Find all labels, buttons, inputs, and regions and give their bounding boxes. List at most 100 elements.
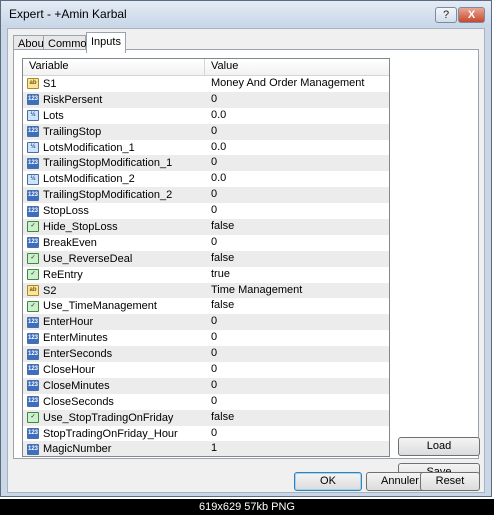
title-bar[interactable]: Expert - +Amin Karbal ? X: [1, 1, 491, 27]
variable-cell: 123 TrailingStopModification_1: [23, 155, 205, 171]
reset-button[interactable]: Reset: [420, 472, 480, 491]
tab-inputs[interactable]: Inputs: [86, 32, 126, 53]
table-row[interactable]: ½ Lots 0.0: [23, 108, 389, 124]
table-row[interactable]: 123 TrailingStopModification_1 0: [23, 155, 389, 172]
ok-button[interactable]: OK: [294, 472, 362, 491]
value-cell[interactable]: Money And Order Management: [205, 76, 389, 92]
value-cell[interactable]: 1: [205, 441, 389, 456]
variable-cell: 123 TrailingStop: [23, 124, 205, 140]
integer-icon: 123: [27, 205, 39, 217]
table-row[interactable]: ab S1 Money And Order Management: [23, 76, 389, 92]
variable-cell: 123 EnterMinutes: [23, 330, 205, 346]
table-row[interactable]: ✓ Use_StopTradingOnFriday false: [23, 409, 389, 426]
table-row[interactable]: 123 CloseMinutes 0: [23, 377, 389, 394]
variable-name: TrailingStopModification_2: [43, 189, 173, 202]
integer-icon: 123: [27, 348, 39, 360]
variable-cell: 123 CloseHour: [23, 362, 205, 378]
value-cell[interactable]: 0: [205, 330, 389, 346]
value-cell[interactable]: Time Management: [205, 283, 389, 299]
value-cell[interactable]: 0: [205, 155, 389, 171]
integer-icon: 123: [27, 237, 39, 249]
table-row[interactable]: 123 BreakEven 0: [23, 235, 389, 251]
dialog-client-area: About Common Inputs Variable Value ab S1 M…: [7, 28, 485, 493]
value-cell[interactable]: 0: [205, 235, 389, 251]
table-row[interactable]: 123 MagicNumber 1: [23, 441, 389, 456]
integer-icon: 123: [27, 428, 39, 440]
value-cell[interactable]: 0.0: [205, 171, 389, 187]
variable-cell: 123 CloseSeconds: [23, 394, 205, 410]
integer-icon: 123: [27, 364, 39, 376]
value-cell[interactable]: 0.0: [205, 108, 389, 124]
value-cell[interactable]: 0: [205, 187, 389, 203]
table-row[interactable]: 123 CloseSeconds 0: [23, 394, 389, 410]
value-cell[interactable]: 0: [205, 346, 389, 362]
variable-cell: ½ Lots: [23, 108, 205, 124]
value-cell[interactable]: false: [205, 251, 389, 267]
table-row[interactable]: 123 CloseHour 0: [23, 362, 389, 378]
value-cell[interactable]: 0: [205, 426, 389, 442]
variable-cell: 123 EnterHour: [23, 314, 205, 330]
table-row[interactable]: ✓ ReEntry true: [23, 267, 389, 283]
integer-icon: 123: [27, 157, 39, 169]
column-header-variable[interactable]: Variable: [23, 59, 205, 75]
variable-cell: 123 EnterSeconds: [23, 346, 205, 362]
variable-name: RiskPersent: [43, 93, 103, 106]
load-button[interactable]: Load: [398, 437, 480, 456]
variable-name: CloseMinutes: [43, 379, 110, 392]
image-info-bar: 619x629 57kb PNG: [0, 499, 494, 515]
variable-name: Use_ReverseDeal: [43, 252, 133, 265]
inputs-panel: Variable Value ab S1 Money And Order Manag…: [13, 49, 480, 482]
table-row[interactable]: 123 StopLoss 0: [23, 203, 389, 219]
variable-name: EnterMinutes: [43, 332, 108, 345]
value-cell[interactable]: 0: [205, 124, 389, 140]
table-row[interactable]: ab S2 Time Management: [23, 282, 389, 299]
variable-name: StopLoss: [43, 205, 89, 218]
help-button[interactable]: ?: [435, 7, 457, 23]
value-cell[interactable]: 0: [205, 203, 389, 219]
table-row[interactable]: 123 StopTradingOnFriday_Hour 0: [23, 426, 389, 442]
table-row[interactable]: 123 TrailingStop 0: [23, 123, 389, 140]
variable-name: EnterHour: [43, 316, 94, 329]
grid-rows: ab S1 Money And Order Management 123 RiskPer…: [23, 76, 389, 456]
variable-cell: 123 TrailingStopModification_2: [23, 187, 205, 203]
value-cell[interactable]: false: [205, 219, 389, 235]
table-row[interactable]: 123 EnterMinutes 0: [23, 330, 389, 346]
table-row[interactable]: ½ LotsModification_2 0.0: [23, 171, 389, 187]
variable-cell: ½ LotsModification_2: [23, 171, 205, 187]
string-icon: ab: [27, 78, 39, 90]
bool-icon: ✓: [27, 253, 39, 265]
variable-name: BreakEven: [43, 236, 97, 249]
integer-icon: 123: [27, 94, 39, 106]
table-row[interactable]: ✓ Use_TimeManagement false: [23, 298, 389, 314]
variable-cell: 123 MagicNumber: [23, 441, 205, 456]
integer-icon: 123: [27, 380, 39, 392]
value-cell[interactable]: 0: [205, 362, 389, 378]
integer-icon: 123: [27, 189, 39, 201]
variable-cell: ✓ Use_TimeManagement: [23, 298, 205, 314]
value-cell[interactable]: false: [205, 298, 389, 314]
bool-icon: ✓: [27, 221, 39, 233]
variable-name: Use_TimeManagement: [43, 300, 157, 313]
table-row[interactable]: 123 EnterSeconds 0: [23, 346, 389, 363]
table-row[interactable]: 123 EnterHour 0: [23, 314, 389, 331]
value-cell[interactable]: 0: [205, 92, 389, 108]
bool-icon: ✓: [27, 269, 39, 281]
value-cell[interactable]: 0: [205, 378, 389, 394]
close-button[interactable]: X: [458, 7, 485, 23]
variable-cell: ab S1: [23, 76, 205, 92]
value-cell[interactable]: 0: [205, 394, 389, 410]
inputs-grid: Variable Value ab S1 Money And Order Manag…: [22, 58, 390, 457]
table-row[interactable]: ½ LotsModification_1 0.0: [23, 140, 389, 156]
double-icon: ½: [27, 173, 39, 185]
expert-dialog: Expert - +Amin Karbal ? X About Common I…: [0, 0, 492, 497]
variable-name: Lots: [43, 109, 64, 122]
value-cell[interactable]: 0.0: [205, 140, 389, 156]
column-header-value[interactable]: Value: [205, 59, 389, 75]
table-row[interactable]: ✓ Hide_StopLoss false: [23, 219, 389, 235]
value-cell[interactable]: false: [205, 410, 389, 426]
table-row[interactable]: 123 RiskPersent 0: [23, 91, 389, 108]
value-cell[interactable]: 0: [205, 314, 389, 330]
table-row[interactable]: 123 TrailingStopModification_2 0: [23, 187, 389, 204]
table-row[interactable]: ✓ Use_ReverseDeal false: [23, 250, 389, 267]
value-cell[interactable]: true: [205, 267, 389, 283]
